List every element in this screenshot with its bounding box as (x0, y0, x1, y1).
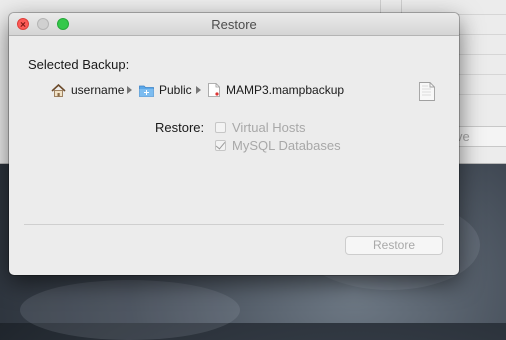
path-label-username: username (71, 83, 125, 97)
title-bar: Restore (9, 13, 459, 36)
virtual-hosts-label: Virtual Hosts (232, 120, 306, 135)
selected-backup-label: Selected Backup: (28, 57, 130, 72)
path-label-backup-file: MAMP3.mampbackup (226, 83, 345, 97)
path-separator-icon (127, 86, 132, 94)
mysql-databases-label: MySQL Databases (232, 138, 341, 153)
document-icon (208, 83, 220, 97)
restore-dialog: Restore Selected Backup: username Public (9, 13, 459, 275)
restore-button[interactable]: Restore (345, 236, 443, 255)
window-title: Restore (211, 17, 257, 32)
dialog-divider (24, 224, 444, 225)
virtual-hosts-checkbox[interactable] (215, 122, 226, 133)
mysql-databases-checkbox[interactable] (215, 139, 226, 151)
restore-options-label: Restore: (155, 120, 205, 135)
path-item-public[interactable]: Public (139, 83, 192, 97)
folder-icon (139, 84, 154, 97)
choose-file-icon[interactable] (419, 82, 435, 101)
path-separator-icon (196, 86, 201, 94)
home-icon (51, 83, 66, 97)
desktop-wallpaper-rock (20, 280, 240, 340)
path-item-backup-file[interactable]: MAMP3.mampbackup (208, 83, 344, 97)
path-label-public: Public (159, 83, 192, 97)
path-item-username[interactable]: username (51, 83, 124, 97)
checkmark-icon (215, 139, 226, 150)
background-partial-button[interactable]: ve (452, 126, 506, 147)
